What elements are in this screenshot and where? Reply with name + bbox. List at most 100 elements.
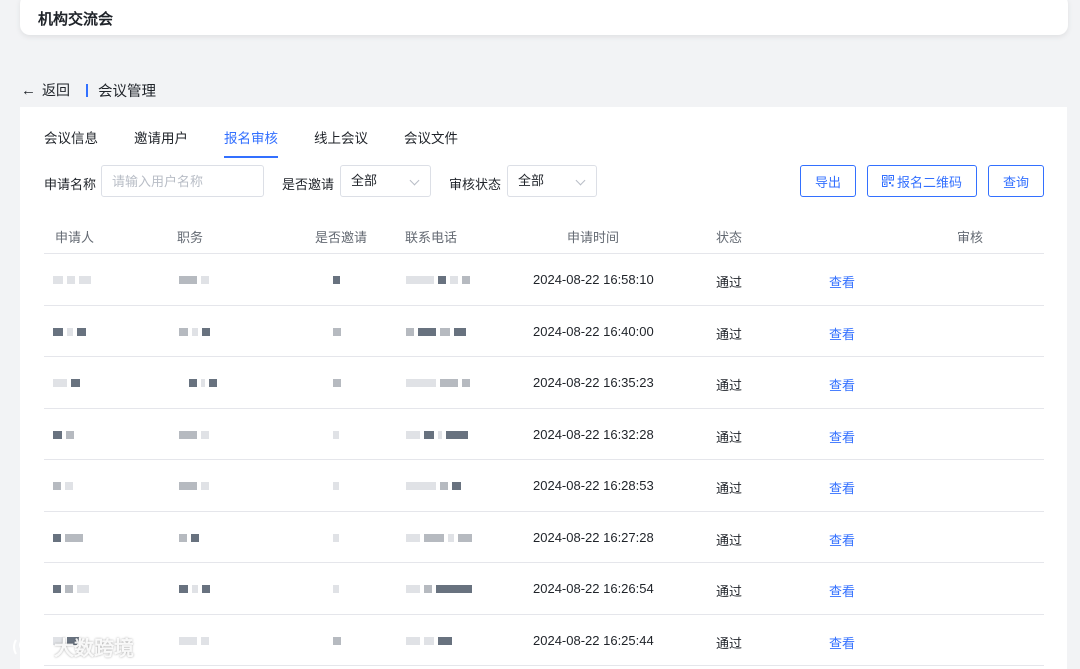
col-status: 状态 (716, 230, 743, 245)
redacted-phone (406, 480, 461, 492)
view-link[interactable]: 查看 (829, 581, 855, 600)
redacted-position (179, 635, 209, 647)
apply-time: 2024-08-22 16:28:53 (533, 478, 654, 493)
redacted-position (179, 326, 210, 338)
redacted-applicant (53, 532, 83, 544)
apply-time: 2024-08-22 16:25:44 (533, 632, 654, 648)
status-text: 通过 (716, 378, 743, 393)
back-link[interactable]: 返回 (42, 80, 70, 100)
redacted-position (179, 583, 210, 595)
col-review: 审核 (957, 230, 984, 245)
redacted-applicant (53, 583, 89, 595)
view-link[interactable]: 查看 (829, 324, 855, 343)
apply-time: 2024-08-22 16:35:23 (533, 375, 654, 390)
view-link[interactable]: 查看 (829, 530, 855, 549)
breadcrumb: ← 返回 会议管理 (21, 80, 156, 100)
watermark-logo-icon (13, 638, 43, 654)
qrcode-icon (881, 175, 894, 187)
redacted-invited (333, 583, 339, 595)
col-apply-time: 申请时间 (567, 230, 620, 245)
col-phone: 联系电话 (405, 230, 458, 245)
redacted-phone (406, 274, 470, 286)
view-link[interactable]: 查看 (829, 633, 855, 652)
redacted-phone (406, 532, 472, 544)
apply-time: 2024-08-22 16:27:28 (533, 529, 654, 545)
redacted-invited (333, 480, 339, 492)
view-link[interactable]: 查看 (829, 375, 855, 394)
redacted-phone (406, 377, 470, 389)
redacted-phone (406, 635, 452, 647)
status-text: 通过 (716, 532, 743, 548)
header-card: 机构交流会 (20, 0, 1068, 35)
invite-select-value: 全部 (351, 173, 378, 188)
table-row: 2024-08-22 16:25:44 通过 查看 (44, 615, 1044, 666)
invite-select[interactable]: 全部 (340, 165, 431, 197)
redacted-invited (333, 429, 339, 441)
tab-meeting-info[interactable]: 会议信息 (44, 127, 98, 158)
tab-registration-review[interactable]: 报名审核 (224, 127, 278, 158)
status-text: 通过 (716, 584, 743, 599)
invite-filter-label: 是否邀请 (282, 177, 335, 192)
redacted-applicant (53, 429, 74, 441)
redacted-invited (333, 532, 339, 544)
apply-time: 2024-08-22 16:40:00 (533, 323, 654, 339)
redacted-position (179, 429, 209, 441)
view-link[interactable]: 查看 (829, 272, 855, 291)
table-header: 申请人 职务 是否邀请 联系电话 申请时间 状态 审核 (44, 219, 1044, 254)
redacted-invited (333, 326, 341, 338)
tab-online-meeting[interactable]: 线上会议 (314, 127, 368, 158)
watermark-text: 大数跨境 (54, 638, 134, 660)
status-text: 通过 (716, 275, 743, 290)
applicant-name-input[interactable] (101, 165, 264, 197)
filter-bar: 申请名称 是否邀请 全部 审核状态 全部 导出 报名二维 (44, 165, 1044, 197)
export-button-label: 导出 (814, 174, 841, 190)
name-filter-label: 申请名称 (44, 177, 97, 192)
view-link[interactable]: 查看 (829, 478, 855, 497)
page-title: 机构交流会 (38, 11, 114, 28)
breadcrumb-current: 会议管理 (98, 83, 156, 100)
status-text: 通过 (716, 481, 743, 496)
chevron-down-icon (575, 175, 586, 186)
back-arrow-icon[interactable]: ← (21, 82, 36, 99)
redacted-applicant (53, 377, 80, 389)
redacted-invited (333, 635, 341, 647)
redacted-phone (406, 429, 468, 441)
export-button[interactable]: 导出 (800, 165, 856, 197)
table-row: 2024-08-22 16:27:28 通过 查看 (44, 512, 1044, 563)
redacted-phone (406, 326, 466, 338)
watermark: 大数跨境 (10, 632, 134, 661)
table-row: 2024-08-22 16:40:00 通过 查看 (44, 306, 1044, 357)
col-invited: 是否邀请 (315, 230, 368, 245)
tab-meeting-files[interactable]: 会议文件 (404, 127, 458, 158)
qrcode-button[interactable]: 报名二维码 (867, 165, 977, 197)
tab-bar: 会议信息 邀请用户 报名审核 线上会议 会议文件 (44, 127, 494, 158)
redacted-position (179, 480, 209, 492)
col-position: 职务 (177, 230, 204, 245)
apply-time: 2024-08-22 16:58:10 (533, 272, 654, 287)
qrcode-button-label: 报名二维码 (896, 174, 962, 190)
status-filter-label: 审核状态 (449, 177, 502, 192)
table-row: 2024-08-22 16:35:23 通过 查看 (44, 357, 1044, 409)
registration-table: 申请人 职务 是否邀请 联系电话 申请时间 状态 审核 2024-08-22 1… (44, 219, 1044, 666)
table-row: 2024-08-22 16:26:54 通过 查看 (44, 563, 1044, 615)
status-select[interactable]: 全部 (507, 165, 597, 197)
query-button[interactable]: 查询 (988, 165, 1044, 197)
redacted-applicant (53, 326, 86, 338)
redacted-position (189, 377, 217, 389)
redacted-invited (333, 377, 341, 389)
main-panel: 会议信息 邀请用户 报名审核 线上会议 会议文件 申请名称 是否邀请 全部 审核… (20, 107, 1067, 669)
tab-invite-users[interactable]: 邀请用户 (134, 127, 188, 158)
redacted-phone (406, 583, 472, 595)
query-button-label: 查询 (1002, 174, 1029, 190)
status-select-value: 全部 (518, 173, 545, 188)
redacted-position (179, 274, 209, 286)
redacted-applicant (53, 480, 73, 492)
redacted-invited (333, 274, 340, 286)
col-applicant: 申请人 (55, 230, 95, 245)
breadcrumb-divider (86, 83, 88, 97)
table-row: 2024-08-22 16:32:28 通过 查看 (44, 409, 1044, 460)
redacted-applicant (53, 274, 91, 286)
view-link[interactable]: 查看 (829, 427, 855, 446)
chevron-down-icon (409, 175, 420, 186)
status-text: 通过 (716, 635, 743, 651)
